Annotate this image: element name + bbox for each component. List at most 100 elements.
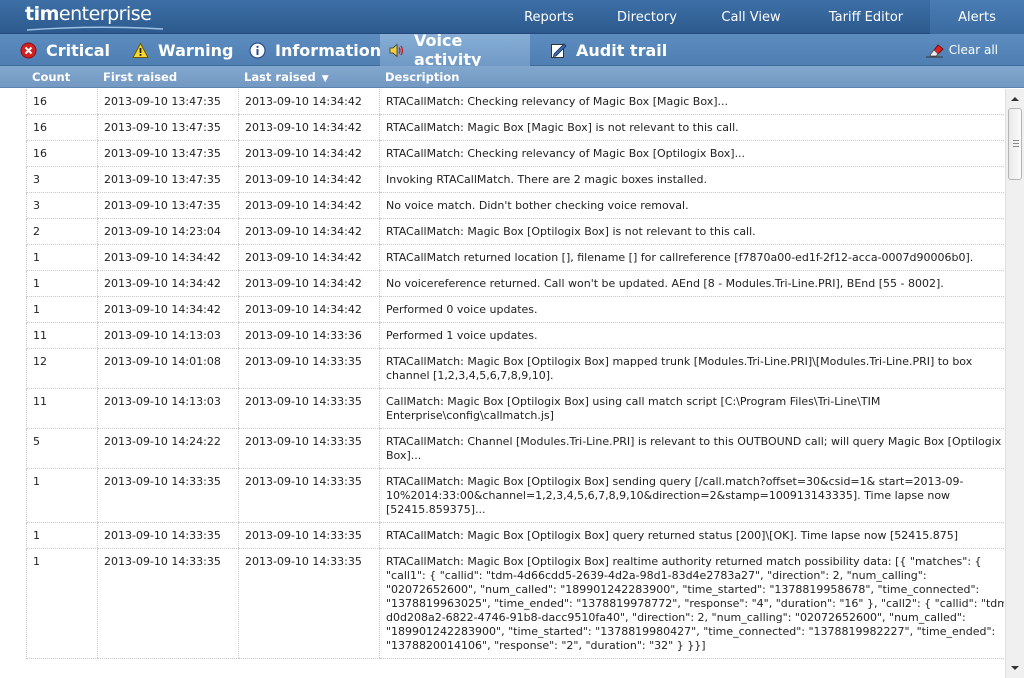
- column-last-raised-label: Last raised: [244, 70, 316, 84]
- table-row[interactable]: 32013-09-10 13:47:352013-09-10 14:34:42I…: [27, 167, 1005, 193]
- nav-tariff-editor[interactable]: Tariff Editor: [802, 0, 930, 34]
- description-cell: RTACallMatch: Channel [Modules.Tri-Line.…: [380, 429, 1005, 469]
- description-cell: RTACallMatch: Magic Box [Optilogix Box] …: [380, 349, 1005, 389]
- description-cell: Performed 0 voice updates.: [380, 297, 1005, 323]
- vertical-scrollbar[interactable]: [1005, 89, 1024, 678]
- first-raised-cell: 2013-09-10 14:34:42: [98, 271, 239, 297]
- description-cell: RTACallMatch: Checking relevancy of Magi…: [380, 141, 1005, 167]
- table-row[interactable]: 12013-09-10 14:33:352013-09-10 14:33:35R…: [27, 523, 1005, 549]
- last-raised-cell: 2013-09-10 14:34:42: [239, 245, 380, 271]
- first-raised-cell: 2013-09-10 14:24:22: [98, 429, 239, 469]
- last-raised-cell: 2013-09-10 14:34:42: [239, 89, 380, 115]
- scroll-down-icon[interactable]: [1006, 660, 1024, 676]
- table-row[interactable]: 112013-09-10 14:13:032013-09-10 14:33:36…: [27, 323, 1005, 349]
- logo-swoosh-icon: [25, 26, 165, 32]
- table-row[interactable]: 12013-09-10 14:33:352013-09-10 14:33:35R…: [27, 469, 1005, 523]
- first-raised-cell: 2013-09-10 14:33:35: [98, 469, 239, 523]
- table-row[interactable]: 52013-09-10 14:24:222013-09-10 14:33:35R…: [27, 429, 1005, 469]
- table-row[interactable]: 162013-09-10 13:47:352013-09-10 14:34:42…: [27, 89, 1005, 115]
- tab-information[interactable]: Information: [247, 34, 372, 66]
- logo-text-bold: tim: [25, 3, 59, 25]
- count-cell: 2: [27, 219, 98, 245]
- logo: timenterprise: [25, 3, 151, 31]
- first-raised-cell: 2013-09-10 14:33:35: [98, 523, 239, 549]
- first-raised-cell: 2013-09-10 14:34:42: [98, 297, 239, 323]
- count-cell: 1: [27, 549, 98, 659]
- first-raised-cell: 2013-09-10 14:33:35: [98, 549, 239, 659]
- first-raised-cell: 2013-09-10 13:47:35: [98, 193, 239, 219]
- description-cell: RTACallMatch returned location [], filen…: [380, 245, 1005, 271]
- nav-call-view[interactable]: Call View: [700, 0, 802, 34]
- description-cell: CallMatch: Magic Box [Optilogix Box] usi…: [380, 389, 1005, 429]
- column-header: Count First raised Last raised ▼ Descrip…: [0, 66, 1024, 88]
- description-cell: RTACallMatch: Magic Box [Optilogix Box] …: [380, 523, 1005, 549]
- error-icon: [20, 42, 37, 59]
- count-cell: 1: [27, 245, 98, 271]
- table-row[interactable]: 122013-09-10 14:01:082013-09-10 14:33:35…: [27, 349, 1005, 389]
- warning-icon: [132, 42, 149, 59]
- table-row[interactable]: 12013-09-10 14:34:422013-09-10 14:34:42R…: [27, 245, 1005, 271]
- last-raised-cell: 2013-09-10 14:33:35: [239, 389, 380, 429]
- logo-text-light: enterprise: [59, 3, 151, 25]
- column-count[interactable]: Count: [32, 66, 70, 88]
- alerts-table: 162013-09-10 13:47:352013-09-10 14:34:42…: [0, 89, 1004, 678]
- top-bar: timenterprise Reports Directory Call Vie…: [0, 0, 1024, 34]
- count-cell: 1: [27, 469, 98, 523]
- table-row[interactable]: 32013-09-10 13:47:352013-09-10 14:34:42N…: [27, 193, 1005, 219]
- count-cell: 11: [27, 389, 98, 429]
- description-cell: RTACallMatch: Checking relevancy of Magi…: [380, 89, 1005, 115]
- last-raised-cell: 2013-09-10 14:34:42: [239, 271, 380, 297]
- tab-voice-activity-label: Voice activity: [414, 31, 530, 69]
- last-raised-cell: 2013-09-10 14:33:35: [239, 523, 380, 549]
- first-raised-cell: 2013-09-10 14:13:03: [98, 389, 239, 429]
- description-cell: RTACallMatch: Magic Box [Optilogix Box] …: [380, 219, 1005, 245]
- nav-alerts[interactable]: Alerts: [930, 0, 1024, 34]
- count-cell: 16: [27, 89, 98, 115]
- count-cell: 1: [27, 297, 98, 323]
- description-cell: No voice match. Didn't bother checking v…: [380, 193, 1005, 219]
- last-raised-cell: 2013-09-10 14:34:42: [239, 115, 380, 141]
- column-first-raised[interactable]: First raised: [103, 66, 177, 88]
- table-row[interactable]: 162013-09-10 13:47:352013-09-10 14:34:42…: [27, 115, 1005, 141]
- nav-reports[interactable]: Reports: [504, 0, 594, 34]
- tab-audit-trail-label: Audit trail: [576, 41, 667, 60]
- count-cell: 3: [27, 193, 98, 219]
- description-cell: RTACallMatch: Magic Box [Magic Box] is n…: [380, 115, 1005, 141]
- speaker-icon: [388, 42, 405, 59]
- description-cell: RTACallMatch: Magic Box [Optilogix Box] …: [380, 549, 1005, 659]
- count-cell: 16: [27, 115, 98, 141]
- scroll-up-icon[interactable]: [1006, 91, 1024, 107]
- first-raised-cell: 2013-09-10 14:34:42: [98, 245, 239, 271]
- table-row[interactable]: 12013-09-10 14:33:352013-09-10 14:33:35R…: [27, 549, 1005, 659]
- first-raised-cell: 2013-09-10 13:47:35: [98, 115, 239, 141]
- count-cell: 16: [27, 141, 98, 167]
- count-cell: 12: [27, 349, 98, 389]
- tab-voice-activity[interactable]: Voice activity: [380, 34, 530, 66]
- table-row[interactable]: 22013-09-10 14:23:042013-09-10 14:34:42R…: [27, 219, 1005, 245]
- table-row[interactable]: 12013-09-10 14:34:422013-09-10 14:34:42P…: [27, 297, 1005, 323]
- tab-critical[interactable]: Critical: [18, 34, 118, 66]
- scrollbar-thumb[interactable]: [1008, 108, 1022, 180]
- clear-all-button[interactable]: Clear all: [924, 34, 998, 66]
- column-last-raised[interactable]: Last raised ▼: [244, 66, 329, 88]
- count-cell: 11: [27, 323, 98, 349]
- count-cell: 3: [27, 167, 98, 193]
- description-cell: Performed 1 voice updates.: [380, 323, 1005, 349]
- description-cell: Invoking RTACallMatch. There are 2 magic…: [380, 167, 1005, 193]
- alerts-table-body: 162013-09-10 13:47:352013-09-10 14:34:42…: [27, 89, 1005, 659]
- column-description[interactable]: Description: [385, 66, 459, 88]
- last-raised-cell: 2013-09-10 14:33:35: [239, 349, 380, 389]
- table-row[interactable]: 12013-09-10 14:34:422013-09-10 14:34:42N…: [27, 271, 1005, 297]
- last-raised-cell: 2013-09-10 14:33:36: [239, 323, 380, 349]
- last-raised-cell: 2013-09-10 14:34:42: [239, 141, 380, 167]
- tab-warning-label: Warning: [158, 41, 233, 60]
- tab-audit-trail[interactable]: Audit trail: [548, 34, 668, 66]
- table-row[interactable]: 112013-09-10 14:13:032013-09-10 14:33:35…: [27, 389, 1005, 429]
- nav-directory[interactable]: Directory: [594, 0, 700, 34]
- table-row[interactable]: 162013-09-10 13:47:352013-09-10 14:34:42…: [27, 141, 1005, 167]
- sort-descending-icon: ▼: [322, 74, 329, 84]
- last-raised-cell: 2013-09-10 14:33:35: [239, 549, 380, 659]
- top-navigation: Reports Directory Call View Tariff Edito…: [504, 0, 1024, 34]
- first-raised-cell: 2013-09-10 14:23:04: [98, 219, 239, 245]
- tab-warning[interactable]: Warning: [130, 34, 230, 66]
